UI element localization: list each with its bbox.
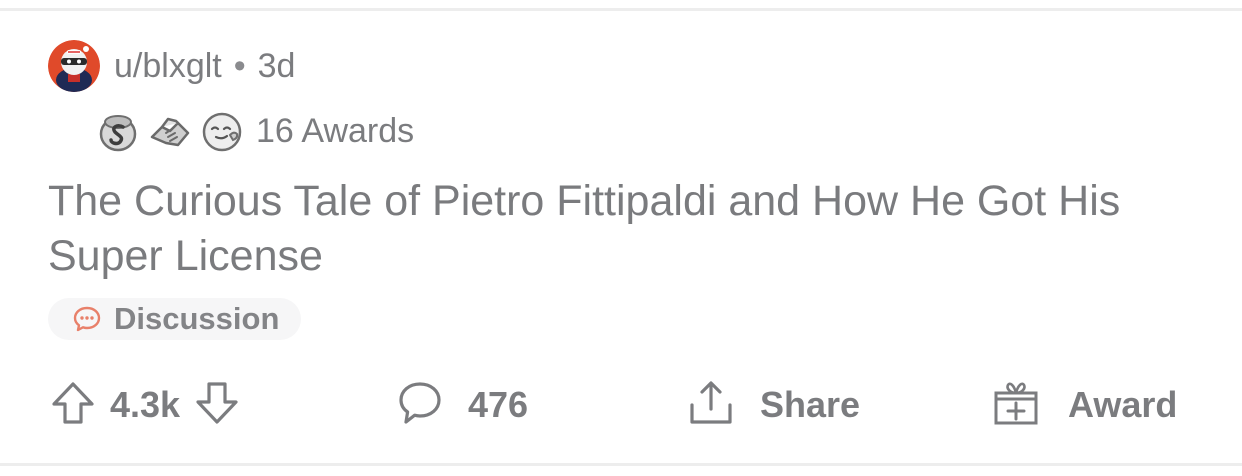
- downvote-arrow-icon[interactable]: [194, 380, 240, 431]
- award-label: Award: [1068, 384, 1178, 425]
- vote-count: 4.3k: [110, 384, 181, 425]
- author-avatar[interactable]: [48, 40, 100, 92]
- helping-hand-award-icon: [148, 109, 192, 153]
- meta-separator: •: [233, 46, 246, 85]
- share-label: Share: [760, 384, 861, 425]
- author-username[interactable]: u/blxglt: [114, 47, 222, 86]
- post-title[interactable]: The Curious Tale of Pietro Fittipaldi an…: [48, 174, 1208, 284]
- silver-award-icon: [96, 109, 140, 153]
- top-divider: [0, 8, 1242, 11]
- share-upload-icon: [688, 379, 734, 432]
- share-button[interactable]: Share: [688, 378, 860, 432]
- flair-label: Discussion: [114, 301, 280, 336]
- vote-group: 4.3k: [50, 378, 240, 432]
- bottom-divider: [0, 463, 1242, 466]
- comments-button[interactable]: 476: [396, 378, 528, 432]
- award-button[interactable]: Award: [992, 378, 1177, 432]
- comment-count: 476: [468, 384, 529, 425]
- gift-box-icon: [992, 379, 1040, 432]
- post-card[interactable]: u/blxglt • 3d 16 Awards The Curious Tale…: [48, 38, 1208, 340]
- wholesome-award-icon: [200, 109, 244, 153]
- upvote-arrow-icon[interactable]: [50, 380, 96, 431]
- comment-bubble-icon: [396, 379, 444, 432]
- awards-row[interactable]: 16 Awards: [96, 106, 1208, 156]
- post-meta-row: u/blxglt • 3d: [48, 38, 1208, 94]
- post-action-bar: 4.3k 476 Share Award: [48, 378, 1208, 432]
- post-age: 3d: [257, 46, 296, 85]
- speech-bubble-icon: [72, 304, 102, 334]
- post-flair[interactable]: Discussion: [48, 298, 302, 340]
- avatar-image: [48, 40, 100, 92]
- awards-count[interactable]: 16 Awards: [256, 112, 414, 151]
